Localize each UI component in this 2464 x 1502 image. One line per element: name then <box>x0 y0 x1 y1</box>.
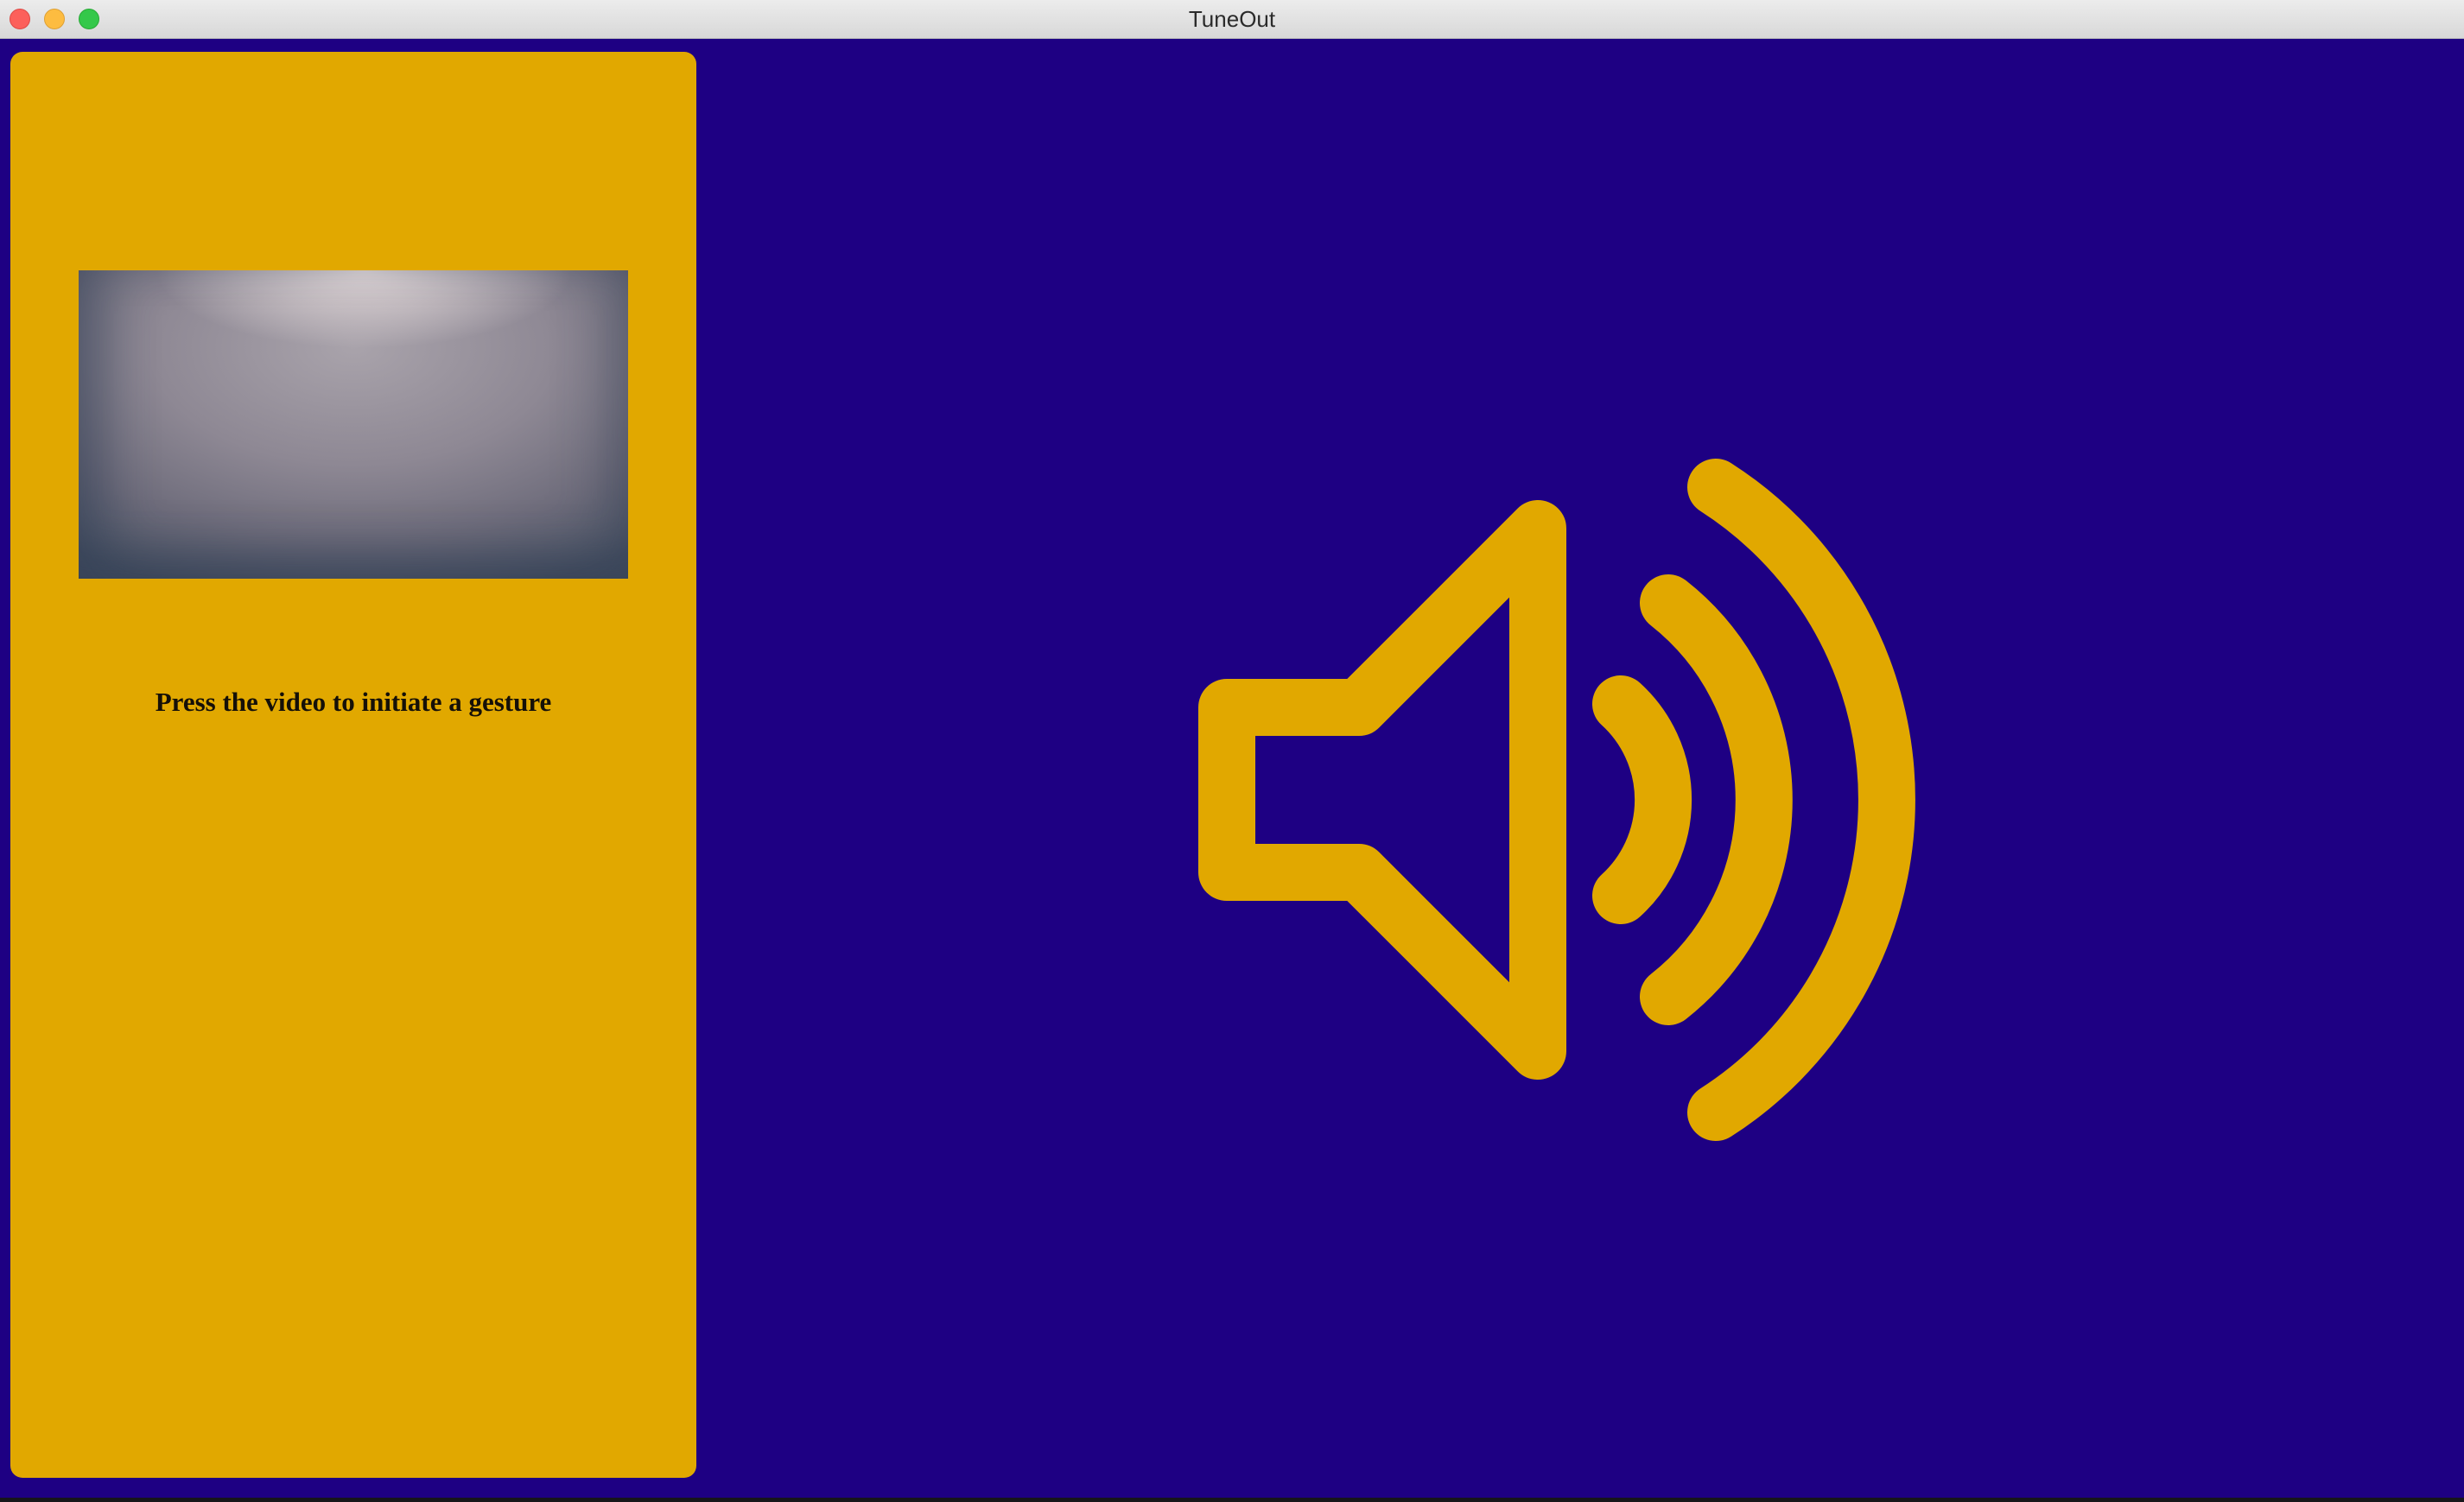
camera-video-feed[interactable] <box>79 270 628 579</box>
speaker-volume-icon <box>1198 459 1915 1141</box>
gesture-hint-text: Press the video to initiate a gesture <box>155 687 552 717</box>
window-bottom-edge <box>0 1498 2464 1502</box>
title-bar: TuneOut <box>0 0 2464 39</box>
main-content: Press the video to initiate a gesture <box>0 39 2464 1498</box>
app-window: TuneOut Press the video to initiate a ge… <box>0 0 2464 1502</box>
control-panel: Press the video to initiate a gesture <box>10 52 696 1478</box>
window-title: TuneOut <box>1188 6 1276 32</box>
